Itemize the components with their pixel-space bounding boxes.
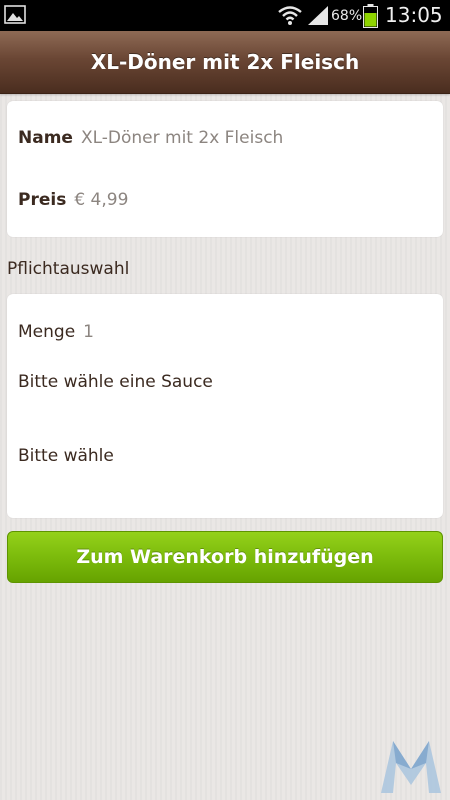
product-name-row: Name XL-Döner mit 2x Fleisch [18, 127, 283, 149]
product-name-label: Name [18, 128, 73, 148]
required-options-card: Menge 1 Bitte wähle eine Sauce Bitte wähl… [7, 294, 443, 518]
wifi-icon [278, 6, 302, 25]
battery-icon [363, 4, 378, 28]
product-price-row: Preis € 4,99 [18, 189, 128, 211]
quantity-label: Menge [18, 322, 76, 342]
quantity-value[interactable]: 1 [83, 322, 94, 342]
status-bar: 68% 13:05 [0, 0, 450, 31]
sauce-selection-label: Bitte wähle eine Sauce [18, 372, 213, 392]
option-selection[interactable]: Bitte wähle [18, 445, 114, 467]
sauce-selection[interactable]: Bitte wähle eine Sauce [18, 371, 213, 393]
page-title: XL-Döner mit 2x Fleisch [90, 50, 360, 74]
gallery-icon [4, 5, 26, 24]
logo-icon [381, 741, 441, 793]
battery-percentage: 68% [331, 8, 363, 24]
app-header: XL-Döner mit 2x Fleisch [0, 31, 450, 94]
option-selection-label: Bitte wähle [18, 446, 114, 466]
product-name-value: XL-Döner mit 2x Fleisch [80, 128, 284, 148]
product-info-card: Name XL-Döner mit 2x Fleisch Preis € 4,99 [7, 101, 443, 237]
product-price-value: € 4,99 [74, 190, 129, 210]
add-to-cart-button[interactable]: Zum Warenkorb hinzufügen [7, 531, 443, 583]
quantity-row[interactable]: Menge 1 [18, 321, 94, 343]
clock: 13:05 [385, 3, 443, 27]
signal-icon [308, 6, 328, 25]
product-price-label: Preis [18, 190, 67, 210]
required-section-title: Pflichtauswahl [7, 259, 130, 279]
